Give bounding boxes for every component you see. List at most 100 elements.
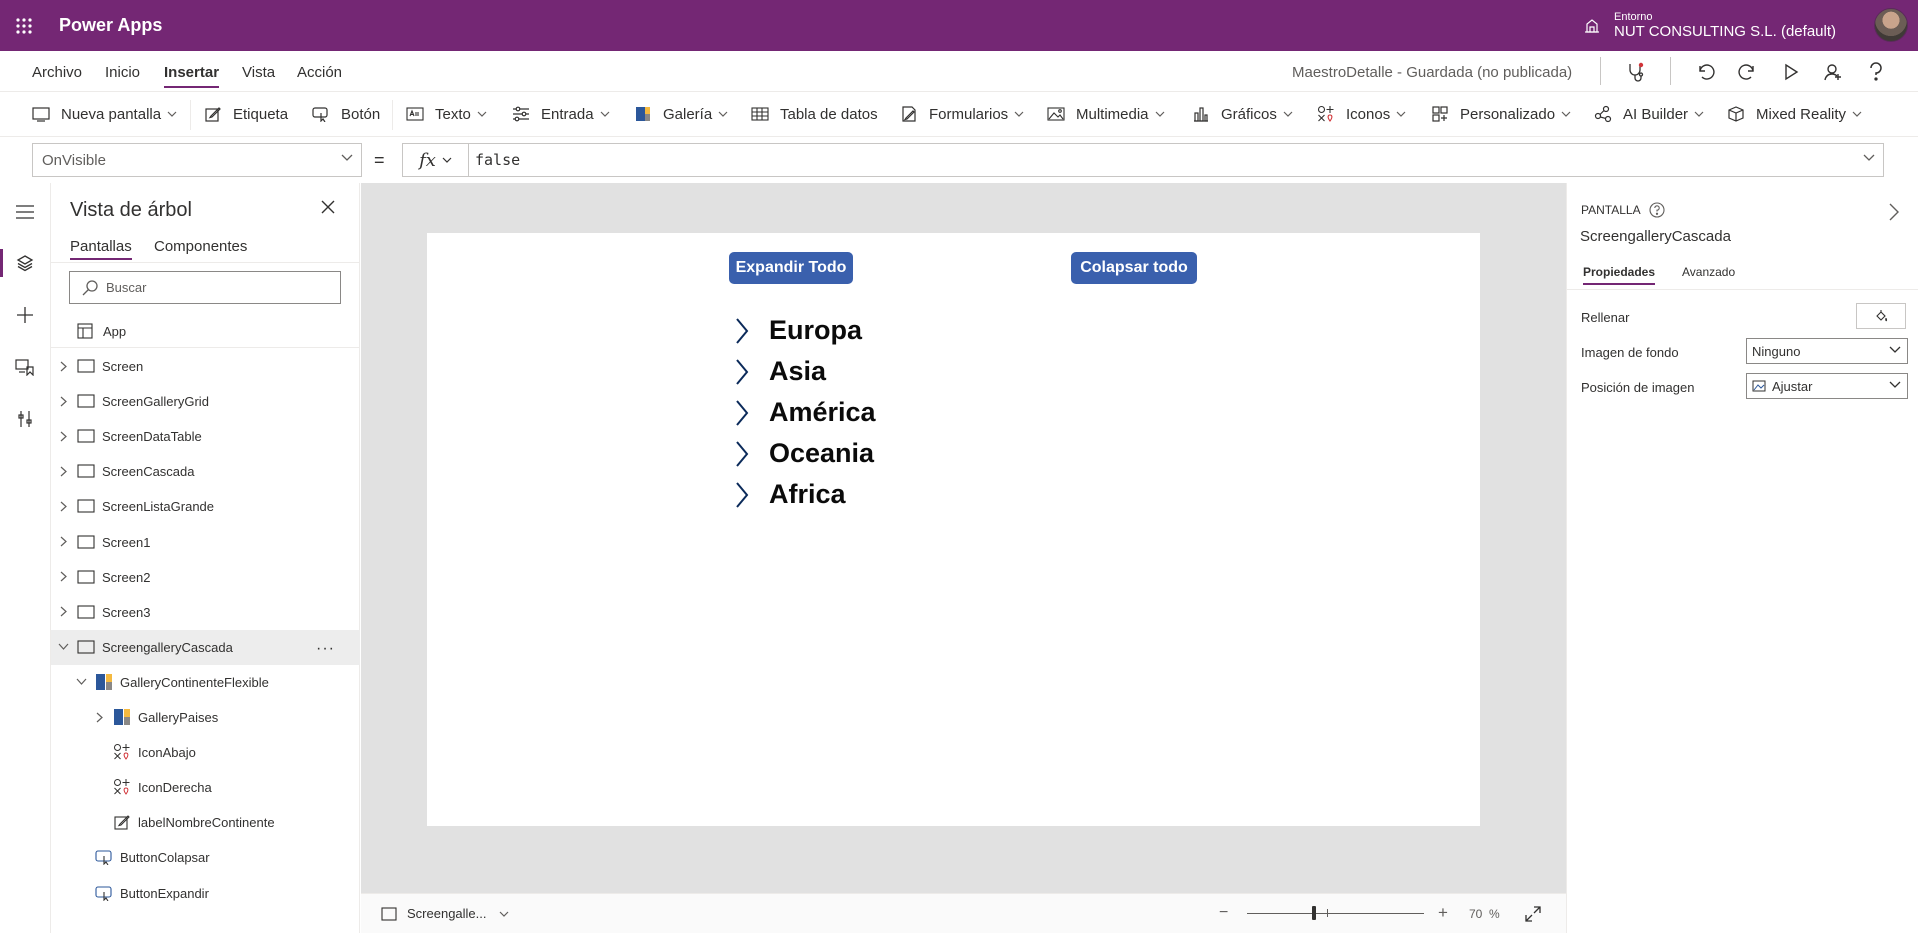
continent-row[interactable]: Africa (729, 474, 949, 515)
collapse-all-button[interactable]: Colapsar todo (1071, 252, 1197, 284)
cmd-formularios[interactable]: Formularios (900, 92, 1024, 136)
menu-vista[interactable]: Vista (242, 64, 275, 81)
tree-node[interactable]: ScreenDataTable (51, 419, 360, 454)
chevron-right-icon[interactable] (729, 356, 755, 388)
insert-plus-icon[interactable] (12, 302, 38, 328)
chevron-down-icon[interactable] (57, 641, 69, 653)
tree-node[interactable]: IconDerecha (51, 770, 360, 805)
tree-node[interactable]: GalleryPaises (51, 700, 360, 735)
data-sources-icon[interactable] (12, 354, 38, 380)
tab-pantallas[interactable]: Pantallas (70, 238, 132, 260)
zoom-slider-track[interactable] (1247, 913, 1424, 914)
tree-node[interactable]: ScreengalleryCascada ··· (51, 629, 360, 665)
tree-search-box[interactable] (69, 271, 341, 304)
chevron-right-icon[interactable] (57, 500, 69, 512)
bg-image-dropdown[interactable]: Ninguno (1746, 338, 1908, 364)
tree-node[interactable]: Screen1 (51, 525, 360, 560)
chevron-right-icon[interactable] (57, 536, 69, 548)
cmd-nueva-pantalla[interactable]: Nueva pantalla (32, 92, 177, 136)
user-avatar[interactable] (1874, 8, 1908, 42)
cmd-mixed-reality[interactable]: Mixed Reality (1727, 92, 1862, 136)
more-options-icon[interactable]: ··· (316, 640, 335, 658)
tab-componentes[interactable]: Componentes (154, 238, 247, 255)
screen-selector[interactable]: Screengalle... (381, 906, 509, 921)
cmd-etiqueta[interactable]: Etiqueta (204, 92, 288, 136)
chevron-right-icon[interactable] (729, 397, 755, 429)
cmd-boton[interactable]: Botón (312, 92, 380, 136)
fit-to-window-icon[interactable] (1524, 905, 1542, 923)
zoom-in-button[interactable]: + (1438, 903, 1448, 923)
menu-accion[interactable]: Acción (297, 64, 342, 81)
expand-all-button[interactable]: Expandir Todo (729, 252, 853, 284)
search-input[interactable] (106, 280, 326, 295)
cmd-galeria[interactable]: Galería (634, 92, 728, 136)
app-checker-icon[interactable] (1622, 59, 1648, 85)
fx-button[interactable]: fx (403, 144, 469, 176)
share-user-icon[interactable] (1820, 59, 1846, 85)
cmd-graficos[interactable]: Gráficos (1192, 92, 1293, 136)
tree-node[interactable]: labelNombreContinente (51, 805, 360, 840)
hamburger-menu-icon[interactable] (12, 199, 38, 225)
help-icon[interactable] (1863, 59, 1889, 85)
chevron-right-icon[interactable] (57, 395, 69, 407)
cmd-entrada[interactable]: Entrada (512, 92, 610, 136)
chevron-right-icon[interactable] (57, 571, 69, 583)
cmd-personalizado[interactable]: Personalizado (1431, 92, 1571, 136)
chevron-right-icon[interactable] (729, 315, 755, 347)
chevron-right-icon[interactable] (57, 465, 69, 477)
tree-node[interactable]: ButtonExpandir (51, 876, 360, 911)
expand-formula-icon[interactable] (1863, 154, 1875, 162)
tree-node[interactable]: GalleryContinenteFlexible (51, 665, 360, 700)
tree-node[interactable]: Screen (51, 349, 360, 384)
tab-propiedades[interactable]: Propiedades (1583, 265, 1656, 285)
chevron-down-icon (499, 911, 509, 917)
image-position-dropdown[interactable]: Ajustar (1746, 373, 1908, 399)
chevron-right-icon[interactable] (57, 430, 69, 442)
app-screen-canvas[interactable]: Expandir Todo Colapsar todo Europa Asia Am… (427, 233, 1480, 826)
chevron-right-icon[interactable] (93, 711, 105, 723)
chevron-right-icon[interactable] (729, 438, 755, 470)
menu-archivo[interactable]: Archivo (32, 64, 82, 81)
undo-icon[interactable] (1692, 59, 1718, 85)
tree-node[interactable]: ScreenCascada (51, 454, 360, 489)
continent-row[interactable]: Oceania (729, 433, 949, 474)
app-launcher-icon[interactable] (0, 0, 48, 51)
menu-inicio[interactable]: Inicio (105, 64, 140, 81)
chevron-right-icon[interactable] (57, 606, 69, 618)
tree-node-app[interactable]: App (51, 314, 360, 349)
tree-node[interactable]: ScreenGalleryGrid (51, 384, 360, 419)
tree-node[interactable]: ButtonColapsar (51, 840, 360, 875)
cmd-texto[interactable]: Texto (406, 92, 487, 136)
cmd-ai-builder[interactable]: AI Builder (1594, 92, 1704, 136)
tree-node[interactable]: Screen3 (51, 595, 360, 630)
cmd-iconos[interactable]: Iconos (1317, 92, 1406, 136)
redo-icon[interactable] (1735, 59, 1761, 85)
environment-picker[interactable]: Entorno NUT CONSULTING S.L. (default) (1584, 0, 1836, 51)
chevron-right-icon[interactable] (57, 360, 69, 372)
advanced-tools-icon[interactable] (12, 406, 38, 432)
tree-node[interactable]: ScreenListaGrande (51, 489, 360, 524)
help-circle-icon[interactable] (1649, 202, 1665, 218)
cmd-tabla-de-datos[interactable]: Tabla de datos (751, 92, 878, 136)
property-selector[interactable]: OnVisible (32, 143, 362, 177)
tree-node[interactable]: IconAbajo (51, 735, 360, 770)
tab-avanzado[interactable]: Avanzado (1682, 265, 1735, 279)
chevron-down-icon[interactable] (75, 676, 87, 688)
formula-text[interactable]: false (475, 151, 520, 169)
cmd-multimedia[interactable]: Multimedia (1047, 92, 1165, 136)
chevron-right-icon[interactable] (729, 479, 755, 511)
formula-input-box[interactable]: fx false (402, 143, 1884, 177)
continent-row[interactable]: Europa (729, 310, 949, 351)
collapse-panel-icon[interactable] (1889, 203, 1899, 221)
play-icon[interactable] (1778, 59, 1804, 85)
continent-row[interactable]: América (729, 392, 949, 433)
continent-row[interactable]: Asia (729, 351, 949, 392)
zoom-slider-thumb[interactable] (1312, 906, 1316, 920)
prop-label-fill: Rellenar (1581, 310, 1630, 325)
zoom-out-button[interactable]: − (1219, 904, 1228, 922)
menu-insertar[interactable]: Insertar (164, 64, 220, 88)
tree-node[interactable]: Screen2 (51, 560, 360, 595)
fill-color-picker[interactable] (1856, 303, 1906, 329)
close-icon[interactable] (321, 200, 335, 214)
tree-view-layers-icon[interactable] (12, 250, 38, 276)
